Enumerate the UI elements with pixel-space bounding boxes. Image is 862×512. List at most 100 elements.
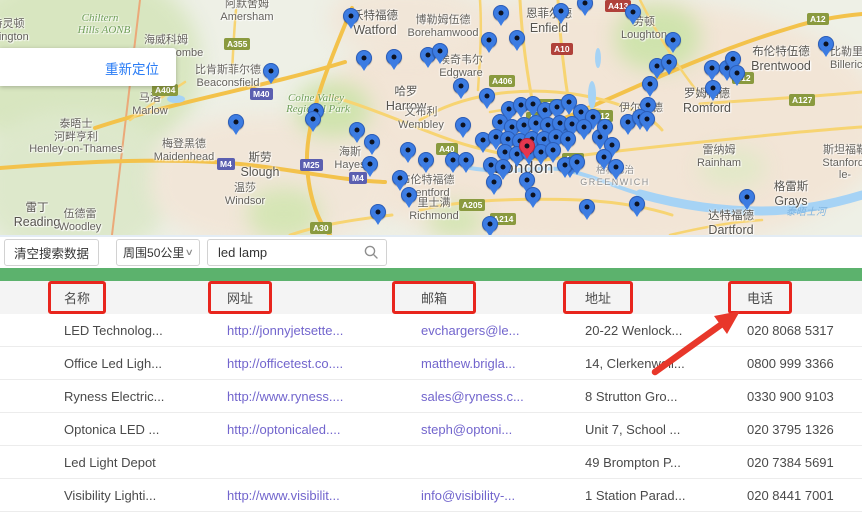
email-cell[interactable]: info@visibility-...: [421, 488, 585, 503]
map-pin-icon[interactable]: [455, 117, 471, 133]
relocate-panel: 重新定位: [0, 48, 176, 86]
map-pin-icon[interactable]: [519, 172, 535, 188]
map-pin-icon[interactable]: [392, 170, 408, 186]
road-badge: A205: [459, 199, 485, 211]
column-header: 名称: [64, 281, 227, 314]
road-badge: A30: [310, 222, 332, 234]
address-cell: 1 Station Parad...: [585, 488, 747, 503]
search-input[interactable]: [208, 240, 366, 265]
map-pin-icon[interactable]: [739, 189, 755, 205]
annotation-box: 网址: [208, 281, 272, 314]
map-pin-icon[interactable]: [458, 152, 474, 168]
map-pin-icon[interactable]: [569, 154, 585, 170]
map-pin-icon[interactable]: [608, 159, 624, 175]
map-pin-icon[interactable]: [343, 8, 359, 24]
column-header: 电话: [747, 281, 862, 314]
radius-dropdown[interactable]: 周围50公里 ∨: [116, 239, 200, 266]
table-row: Optonica LED ...http://optonicaled....st…: [0, 413, 862, 446]
table-row: Ryness Electric...http://www.ryness....s…: [0, 380, 862, 413]
map-label: 斯坦福勒Stanford-le-: [822, 144, 862, 182]
map-pin-icon[interactable]: [704, 60, 720, 76]
name-cell: Ryness Electric...: [64, 389, 227, 404]
map-label: 埃奇韦尔Edgware: [439, 54, 483, 79]
name-cell: Optonica LED ...: [64, 422, 227, 437]
phone-cell: 020 8441 7001: [747, 488, 862, 503]
map-label: 伍德雷Woodley: [59, 208, 102, 233]
map-pin-icon[interactable]: [597, 119, 613, 135]
url-cell[interactable]: http://optonicaled....: [227, 422, 421, 437]
map-pin-icon[interactable]: [665, 32, 681, 48]
phone-cell: 0330 900 9103: [747, 389, 862, 404]
url-cell[interactable]: http://officetest.co....: [227, 356, 421, 371]
map-label: 泰晤士 河畔亨利Henley-on-Thames: [29, 118, 123, 156]
map-label: 海斯Hayes: [334, 146, 365, 171]
road-badge: M25: [300, 159, 323, 171]
map-pin-icon[interactable]: [386, 49, 402, 65]
green-divider-bar: [0, 268, 862, 281]
results-table: LED Technolog...http://jonnyjetsette...e…: [0, 314, 862, 512]
table-row: Led Light Depot49 Brompton P...020 7384 …: [0, 446, 862, 479]
map-pin-icon[interactable]: [432, 43, 448, 59]
table-row: Visibility Lighti...http://www.visibilit…: [0, 479, 862, 512]
name-cell: LED Technolog...: [64, 323, 227, 338]
url-cell[interactable]: http://jonnyjetsette...: [227, 323, 421, 338]
map-pin-icon[interactable]: [481, 32, 497, 48]
url-cell[interactable]: http://www.visibilit...: [227, 488, 421, 503]
map-label: 文布利Wembley: [398, 106, 444, 131]
map-pin-icon[interactable]: [479, 88, 495, 104]
address-cell: 14, Clerkenwell...: [585, 356, 747, 371]
road-badge: A127: [789, 94, 815, 106]
map-pin-icon[interactable]: [418, 152, 434, 168]
map-pin-icon[interactable]: [545, 142, 561, 158]
url-cell[interactable]: http://www.ryness....: [227, 389, 421, 404]
map-pin-icon[interactable]: [482, 216, 498, 232]
map-pin-icon[interactable]: [400, 142, 416, 158]
email-cell[interactable]: evchargers@le...: [421, 323, 585, 338]
map-label: 格雷斯Grays: [774, 181, 809, 209]
search-icon[interactable]: [363, 244, 379, 260]
clear-search-button[interactable]: 清空搜索数据: [4, 239, 99, 266]
map-pin-icon[interactable]: [553, 3, 569, 19]
map-pin-icon[interactable]: [370, 204, 386, 220]
map-pin-icon[interactable]: [493, 5, 509, 21]
map-pin-icon[interactable]: [818, 36, 834, 52]
map-label: 达特福德Dartford: [708, 210, 754, 237]
map-pin-icon[interactable]: [729, 65, 745, 81]
map-pin-icon[interactable]: [263, 63, 279, 79]
map-pin-icon[interactable]: [560, 131, 576, 147]
map-pin-icon[interactable]: [579, 199, 595, 215]
map-pin-icon[interactable]: [228, 114, 244, 130]
map-pin-icon[interactable]: [639, 111, 655, 127]
map-pin-icon[interactable]: [509, 30, 525, 46]
map-pin-icon[interactable]: [661, 54, 677, 70]
annotation-box: 电话: [728, 281, 792, 314]
email-cell[interactable]: matthew.brigla...: [421, 356, 585, 371]
map-pin-icon[interactable]: [705, 80, 721, 96]
name-cell: Office Led Ligh...: [64, 356, 227, 371]
map-pin-icon[interactable]: [349, 122, 365, 138]
road-badge: A355: [224, 38, 250, 50]
map-pin-icon[interactable]: [362, 156, 378, 172]
phone-cell: 0800 999 3366: [747, 356, 862, 371]
map-pin-icon[interactable]: [305, 111, 321, 127]
map-label: 温莎Windsor: [225, 182, 265, 207]
email-cell[interactable]: steph@optoni...: [421, 422, 585, 437]
map-pin-icon[interactable]: [629, 196, 645, 212]
map-pin-icon[interactable]: [625, 4, 641, 20]
road-badge: M4: [217, 158, 235, 170]
map-pin-icon[interactable]: [576, 119, 592, 135]
map-canvas[interactable]: 特灵顿atlingtonChilternHills AONB海威科姆High W…: [0, 0, 862, 237]
map-pin-icon[interactable]: [642, 76, 658, 92]
selected-map-pin-icon[interactable]: [519, 138, 535, 154]
map-pin-icon[interactable]: [356, 50, 372, 66]
map-label: 里士满Richmond: [409, 197, 459, 222]
map-pin-icon[interactable]: [495, 159, 511, 175]
map-pin-icon[interactable]: [453, 78, 469, 94]
map-pin-icon[interactable]: [401, 187, 417, 203]
map-pin-icon[interactable]: [525, 187, 541, 203]
column-header: 邮箱: [421, 281, 585, 314]
relocate-button[interactable]: 重新定位: [105, 58, 159, 78]
map-label: 雷丁Reading: [14, 202, 61, 230]
map-pin-icon[interactable]: [364, 134, 380, 150]
email-cell[interactable]: sales@ryness.c...: [421, 389, 585, 404]
